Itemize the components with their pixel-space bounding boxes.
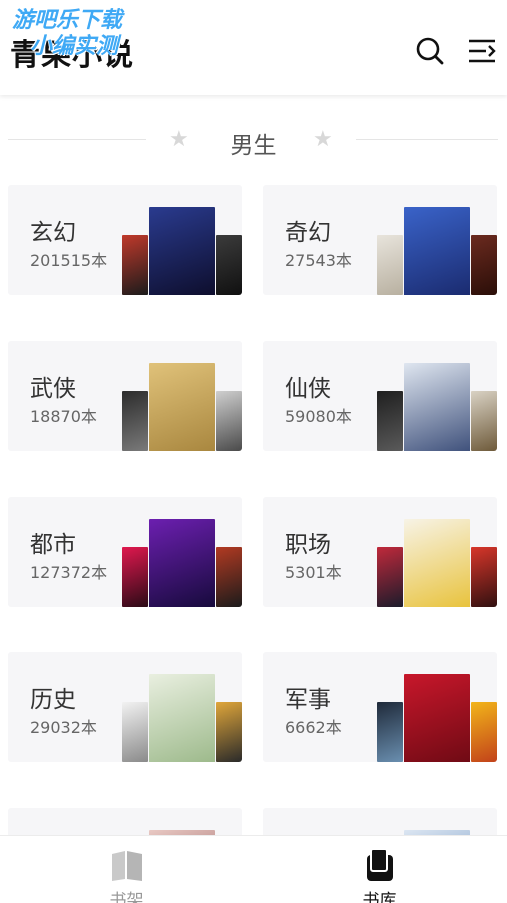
book-cover-main: [149, 207, 215, 295]
book-cover-main: [149, 363, 215, 451]
category-name: 武侠: [30, 376, 76, 402]
book-cover-main: [404, 207, 470, 295]
category-name: 都市: [30, 532, 76, 558]
category-card[interactable]: 武侠 18870本: [8, 341, 242, 451]
category-count: 127372本: [30, 563, 108, 582]
category-name: 职场: [285, 532, 331, 558]
category-name: 历史: [30, 687, 76, 713]
category-name: 军事: [285, 687, 331, 713]
book-cover-side: [122, 547, 148, 607]
watermark: 游吧乐下载 小编实测: [12, 8, 122, 60]
category-card[interactable]: 职场 5301本: [263, 497, 497, 607]
watermark-line2: 小编实测: [30, 34, 119, 59]
library-icon: [367, 848, 393, 881]
book-cover-main: [149, 519, 215, 607]
book-cover-side: [216, 391, 242, 451]
book-cover-side: [377, 235, 403, 295]
book-cover-main: [404, 674, 470, 762]
book-cover-side: [471, 235, 497, 295]
watermark-line1: 游吧乐下载: [12, 8, 123, 33]
category-count: 59080本: [285, 407, 352, 426]
book-cover-side: [122, 702, 148, 762]
category-card[interactable]: 奇幻 27543本: [263, 185, 497, 295]
book-cover-side: [377, 391, 403, 451]
book-cover-side: [216, 235, 242, 295]
section-header: ★ 男生 ★: [0, 118, 507, 162]
tab-library-label: 书库: [362, 891, 397, 903]
section-title: 男生: [230, 133, 277, 159]
book-cover-main: [404, 519, 470, 607]
book-cover-side: [377, 547, 403, 607]
category-count: 201515本: [30, 251, 108, 270]
category-card[interactable]: 玄幻 201515本: [8, 185, 242, 295]
tab-bookshelf-label: 书架: [109, 891, 144, 903]
category-count: 6662本: [285, 718, 342, 737]
category-name: 奇幻: [285, 220, 331, 246]
category-card[interactable]: 历史 29032本: [8, 652, 242, 762]
book-cover-side: [122, 391, 148, 451]
category-name: 玄幻: [30, 220, 76, 246]
divider-right: [356, 139, 498, 140]
book-cover-side: [471, 702, 497, 762]
search-icon: [416, 37, 444, 65]
app-header: 青果小说 游吧乐下载 小编实测: [0, 0, 507, 95]
book-cover-main: [404, 363, 470, 451]
category-card[interactable]: 军事 6662本: [263, 652, 497, 762]
tab-library[interactable]: 书库: [253, 836, 506, 903]
tab-bookshelf[interactable]: 书架: [0, 836, 253, 903]
menu-arrow-icon: [469, 39, 496, 63]
book-cover-side: [471, 547, 497, 607]
category-card[interactable]: 都市 127372本: [8, 497, 242, 607]
category-count: 18870本: [30, 407, 97, 426]
search-button[interactable]: [414, 35, 446, 67]
category-card[interactable]: 仙侠 59080本: [263, 341, 497, 451]
book-cover-side: [122, 235, 148, 295]
book-cover-side: [377, 702, 403, 762]
star-icon: ★: [313, 127, 333, 152]
book-cover-main: [149, 674, 215, 762]
book-cover-side: [216, 547, 242, 607]
category-count: 29032本: [30, 718, 97, 737]
category-name: 仙侠: [285, 376, 331, 402]
bottom-tab-bar: 书架 书库: [0, 835, 507, 903]
category-count: 27543本: [285, 251, 352, 270]
book-cover-side: [216, 702, 242, 762]
category-count: 5301本: [285, 563, 342, 582]
book-cover-side: [471, 391, 497, 451]
bookshelf-icon: [112, 851, 142, 881]
menu-button[interactable]: [466, 35, 498, 67]
